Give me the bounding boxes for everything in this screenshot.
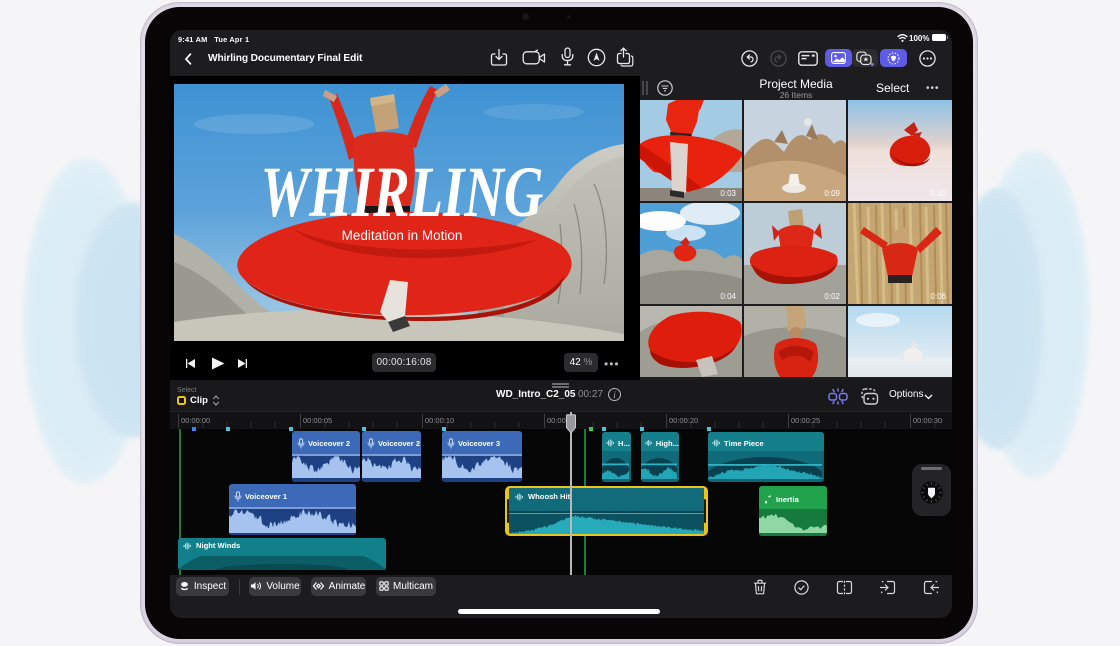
svg-text:0:06: 0:06 <box>930 292 946 301</box>
svg-text:Meditation in Motion: Meditation in Motion <box>342 228 463 243</box>
svg-text:0:10: 0:10 <box>930 189 946 198</box>
svg-text:0:03: 0:03 <box>720 189 736 198</box>
svg-text:0:09: 0:09 <box>824 189 840 198</box>
svg-text:WHIRLING: WHIRLING <box>261 152 544 232</box>
svg-text:0:02: 0:02 <box>824 292 840 301</box>
svg-text:0:04: 0:04 <box>720 292 736 301</box>
